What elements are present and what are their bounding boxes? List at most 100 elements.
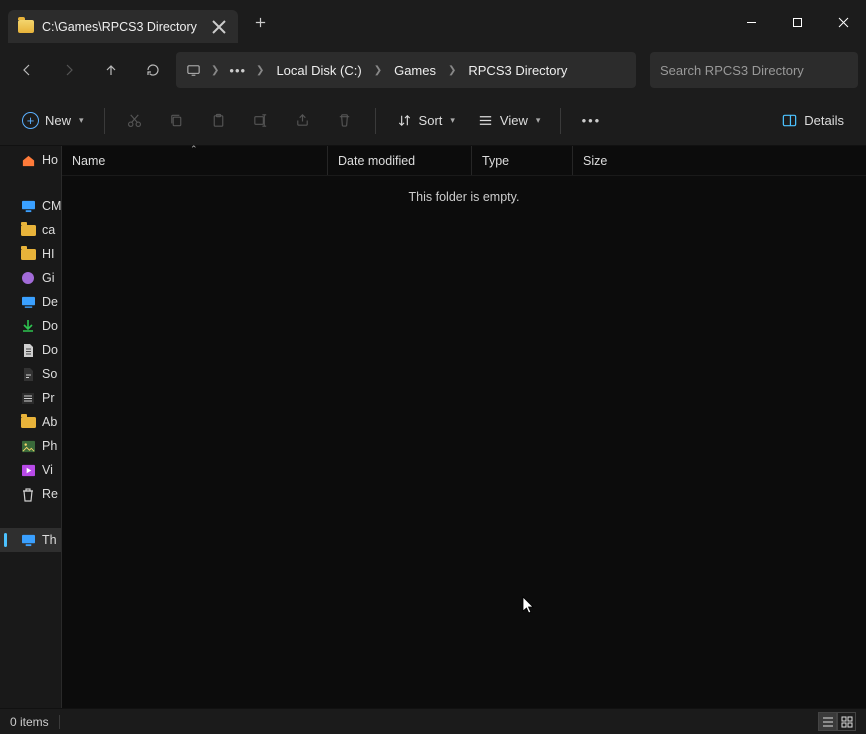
details-label: Details [804,113,844,128]
sidebar-item[interactable]: Gi [0,266,61,290]
breadcrumb-pc-icon[interactable] [182,55,205,85]
monitor-icon [20,533,36,547]
new-tab-button[interactable] [244,6,276,38]
sidebar-item-label: Th [42,533,57,547]
list-icon [20,391,36,405]
folder-icon [18,20,34,33]
forward-button[interactable] [50,51,88,89]
sidebar-item-label: Ph [42,439,57,453]
view-button[interactable]: View ▾ [469,104,548,138]
chevron-right-icon[interactable]: ❯ [372,65,384,76]
monitor-icon [20,199,36,213]
sidebar-item-label: Gi [42,271,55,285]
chevron-right-icon[interactable]: ❯ [446,65,458,76]
address-bar[interactable]: ❯ ••• ❯ Local Disk (C:) ❯ Games ❯ RPCS3 … [176,52,636,88]
chevron-down-icon: ▾ [79,115,84,126]
sidebar-item[interactable]: HI [0,242,61,266]
cursor-icon [522,596,538,619]
sidebar-item-label: De [42,295,58,309]
sidebar-item[interactable]: Th [0,528,61,552]
tab-title: C:\Games\RPCS3 Directory [42,20,202,34]
view-toggle-details[interactable] [818,712,837,731]
ellipsis-icon: ••• [582,113,602,128]
close-window-button[interactable] [820,0,866,44]
sidebar-item-label: Do [42,343,58,357]
title-bar: C:\Games\RPCS3 Directory [0,0,866,44]
details-pane-icon [781,112,798,129]
more-button[interactable]: ••• [573,104,609,138]
script-icon [20,367,36,381]
sort-icon [396,112,413,129]
share-button[interactable] [285,104,321,138]
view-icon [477,112,494,129]
breadcrumb-games[interactable]: Games [388,55,442,85]
photo-icon [20,439,36,453]
command-toolbar: + New ▾ Sort ▾ View ▾ ••• Details [0,96,866,146]
sidebar-item[interactable]: So [0,362,61,386]
sort-button[interactable]: Sort ▾ [388,104,463,138]
column-headers: Name ⌃ Date modified Type Size [62,146,866,176]
empty-folder-message: This folder is empty. [62,190,866,204]
sidebar-item[interactable]: CM [0,194,61,218]
status-bar: 0 items [0,708,866,734]
breadcrumb-overflow[interactable]: ••• [225,55,250,85]
up-button[interactable] [92,51,130,89]
new-label: New [45,113,71,128]
folder-icon [20,247,36,261]
tab-current[interactable]: C:\Games\RPCS3 Directory [8,10,238,43]
sidebar-item[interactable]: ca [0,218,61,242]
back-button[interactable] [8,51,46,89]
new-button[interactable]: + New ▾ [14,104,92,138]
sidebar-item-label: ca [42,223,55,237]
navigation-sidebar[interactable]: Ho CM ca HI Gi De Do Do So Pr Ab Ph Vi Re Th [0,146,62,708]
sidebar-item[interactable]: Ph [0,434,61,458]
desktop-icon [20,295,36,309]
chevron-down-icon: ▾ [536,115,541,126]
search-input[interactable] [660,63,848,78]
delete-button[interactable] [327,104,363,138]
content-area[interactable]: Name ⌃ Date modified Type Size This fold… [62,146,866,708]
refresh-button[interactable] [134,51,172,89]
breadcrumb-leaf[interactable]: RPCS3 Directory [462,55,573,85]
sidebar-item[interactable]: Ab [0,410,61,434]
close-tab-button[interactable] [210,18,228,36]
sidebar-item-label: Vi [42,463,53,477]
search-box[interactable] [650,52,858,88]
rename-button[interactable] [243,104,279,138]
column-header-date[interactable]: Date modified [328,146,472,175]
column-header-name[interactable]: Name ⌃ [62,146,328,175]
download-icon [20,319,36,333]
sidebar-item[interactable]: De [0,290,61,314]
sidebar-item[interactable]: Pr [0,386,61,410]
address-row: ❯ ••• ❯ Local Disk (C:) ❯ Games ❯ RPCS3 … [0,44,866,96]
paste-button[interactable] [201,104,237,138]
chevron-right-icon[interactable]: ❯ [254,65,266,76]
sidebar-item[interactable]: Vi [0,458,61,482]
sidebar-item-label: Pr [42,391,55,405]
folder-icon [20,223,36,237]
video-icon [20,463,36,477]
cut-button[interactable] [117,104,153,138]
sidebar-item[interactable]: Ho [0,148,61,172]
view-toggle-thumbnails[interactable] [837,712,856,731]
chevron-right-icon[interactable]: ❯ [209,65,221,76]
details-button[interactable]: Details [773,104,852,138]
sidebar-item-label: So [42,367,57,381]
column-header-type[interactable]: Type [472,146,573,175]
chevron-down-icon: ▾ [450,115,455,126]
sort-arrow-icon: ⌃ [190,144,198,155]
column-header-size[interactable]: Size [573,146,645,175]
breadcrumb-root[interactable]: Local Disk (C:) [270,55,367,85]
sidebar-item-label: HI [42,247,55,261]
maximize-button[interactable] [774,0,820,44]
item-count: 0 items [10,715,49,729]
sidebar-item[interactable]: Do [0,338,61,362]
recycle-icon [20,487,36,501]
document-icon [20,343,36,357]
copy-button[interactable] [159,104,195,138]
minimize-button[interactable] [728,0,774,44]
sidebar-item[interactable]: Re [0,482,61,506]
plus-circle-icon: + [22,112,39,129]
sidebar-item[interactable]: Do [0,314,61,338]
circle-icon [20,271,36,285]
